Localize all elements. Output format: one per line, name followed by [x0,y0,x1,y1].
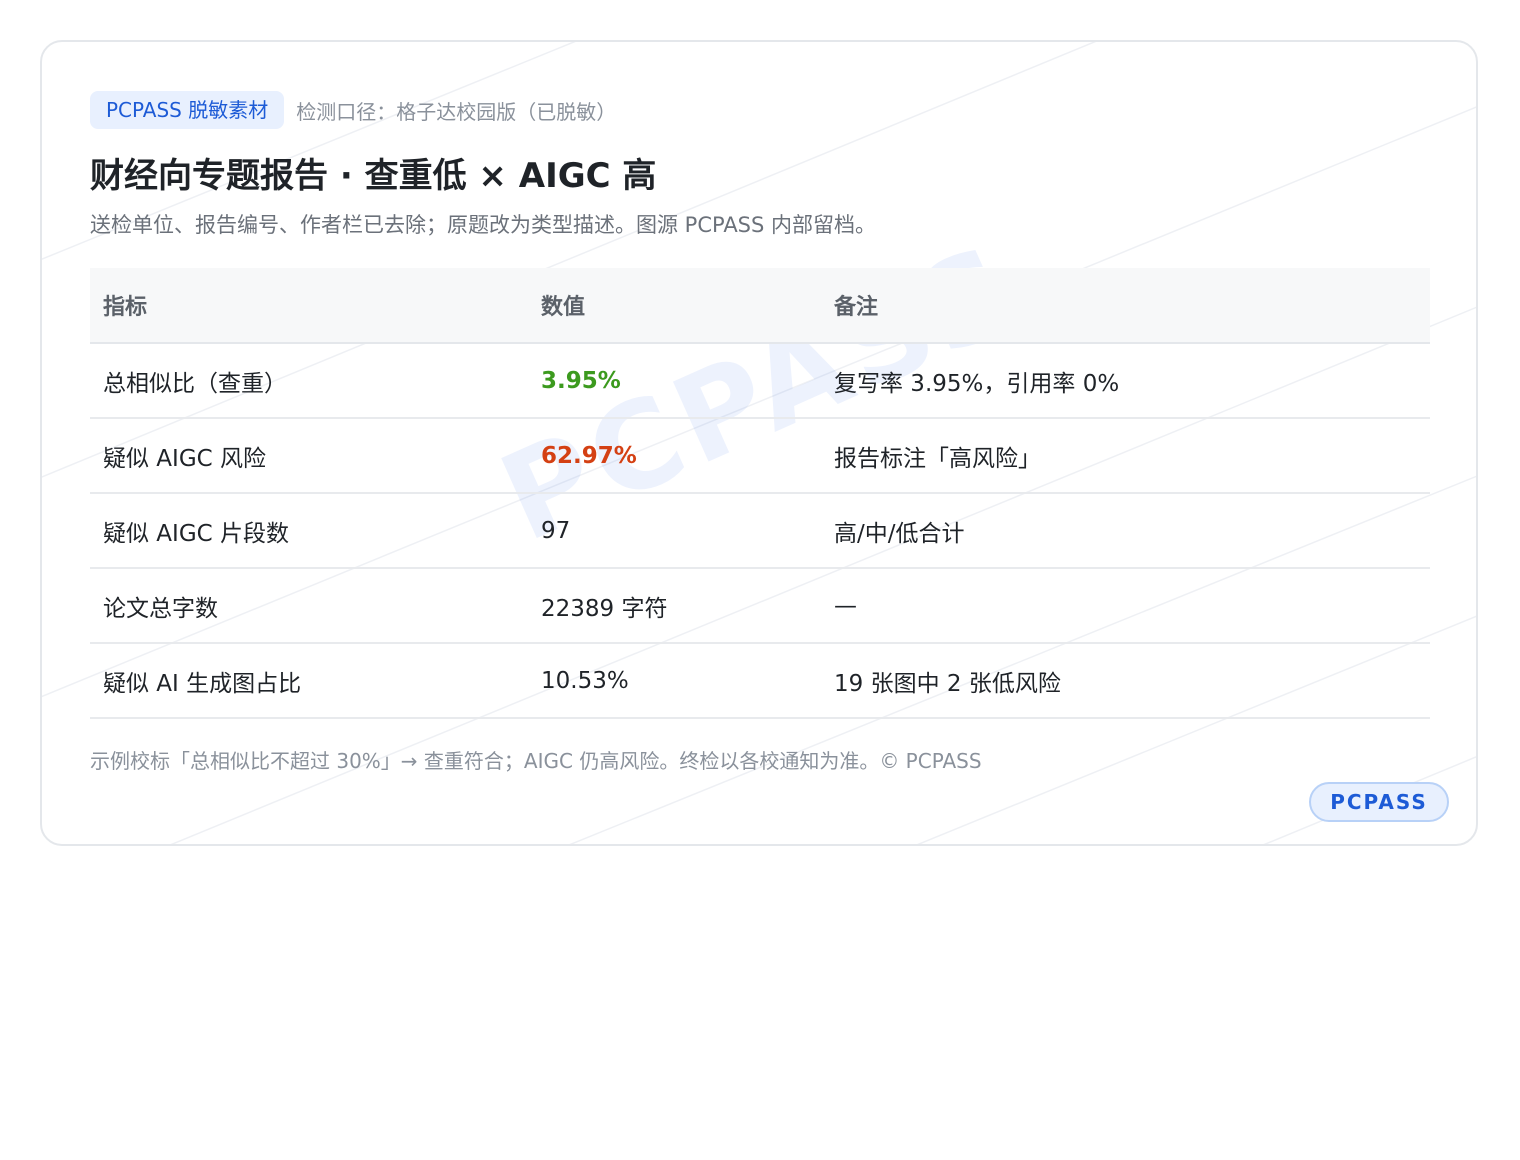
column-header-value: 数值 [528,268,821,344]
footnote: 示例校标「总相似比不超过 30%」→ 查重符合；AIGC 仍高风险。终检以各校通… [90,749,982,773]
column-header-metric: 指标 [90,268,528,344]
cell-metric: 总相似比（查重） [90,343,528,419]
meta-row: PCPASS 脱敏素材 检测口径：格子达校园版（已脱敏） [90,90,1430,130]
cell-metric: 疑似 AI 生成图占比 [90,643,528,719]
column-header-note: 备注 [821,268,1430,344]
cell-note: 19 张图中 2 张低风险 [821,643,1430,719]
table-row: 论文总字数 22389 字符 — [90,568,1430,644]
cell-metric: 疑似 AIGC 风险 [90,418,528,494]
cell-value: 10.53% [528,643,821,719]
detection-scope: 检测口径：格子达校园版（已脱敏） [296,99,617,124]
report-card: PCPASS PCPASS 脱敏素材 检测口径：格子达校园版（已脱敏） 财经向专… [40,40,1478,846]
metrics-table: 指标 数值 备注 总相似比（查重） 3.95% 复写率 3.95%，引用率 0%… [90,268,1430,719]
cell-metric: 论文总字数 [90,568,528,644]
cell-note: 复写率 3.95%，引用率 0% [821,343,1430,419]
cell-note: — [821,568,1430,644]
table-row: 疑似 AIGC 风险 62.97% 报告标注「高风险」 [90,418,1430,494]
page-subtitle: 送检单位、报告编号、作者栏已去除；原题改为类型描述。图源 PCPASS 内部留档… [90,213,877,237]
table-header-row: 指标 数值 备注 [90,268,1430,344]
cell-note: 报告标注「高风险」 [821,418,1430,494]
cell-value: 62.97% [528,418,821,494]
table-row: 疑似 AI 生成图占比 10.53% 19 张图中 2 张低风险 [90,643,1430,719]
pcpass-badge: PCPASS [1309,782,1449,822]
table-row: 总相似比（查重） 3.95% 复写率 3.95%，引用率 0% [90,343,1430,419]
cell-metric: 疑似 AIGC 片段数 [90,493,528,569]
cell-value: 3.95% [528,343,821,419]
card-content: PCPASS 脱敏素材 检测口径：格子达校园版（已脱敏） 财经向专题报告 · 查… [90,90,1430,775]
cell-value: 97 [528,493,821,569]
table-row: 疑似 AIGC 片段数 97 高/中/低合计 [90,493,1430,569]
source-tag: PCPASS 脱敏素材 [90,91,285,129]
cell-note: 高/中/低合计 [821,493,1430,569]
page-title: 财经向专题报告 · 查重低 × AIGC 高 [90,156,657,196]
cell-value: 22389 字符 [528,568,821,644]
